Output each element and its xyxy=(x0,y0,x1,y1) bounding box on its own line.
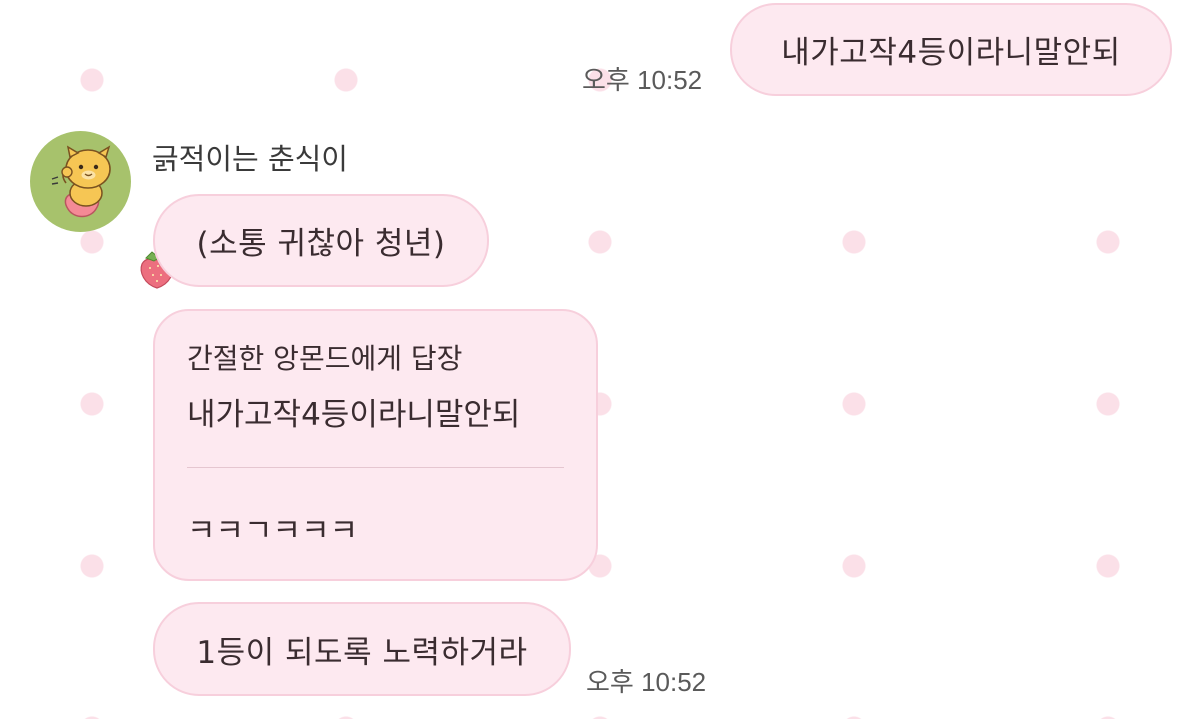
sender-name: 긁적이는 춘식이 xyxy=(152,142,348,176)
reply-quote-header: 간절한 앙몬드에게 답장 xyxy=(187,342,463,375)
sent-message-bubble[interactable]: 내가고작4등이라니말안되 xyxy=(730,3,1172,96)
reply-divider xyxy=(187,467,564,468)
sender-avatar[interactable] xyxy=(30,131,131,232)
reply-message-text: ㅋㅋㄱㅋㅋㅋ xyxy=(187,513,359,549)
received-message-bubble-2[interactable]: 1등이 되도록 노력하거라 xyxy=(153,602,571,696)
received-message-bubble[interactable]: (소통 귀찮아 청년) xyxy=(153,194,489,287)
reply-message-bubble[interactable]: 간절한 앙몬드에게 답장 내가고작4등이라니말안되 ㅋㅋㄱㅋㅋㅋ xyxy=(153,309,598,581)
sent-message-text: 내가고작4등이라니말안되 xyxy=(781,35,1121,71)
received-message-text: (소통 귀찮아 청년) xyxy=(196,226,446,262)
choonsik-character-icon xyxy=(51,145,111,218)
received-message-text-2: 1등이 되도록 노력하거라 xyxy=(196,634,528,671)
sent-message-timestamp: 오후 10:52 xyxy=(582,65,703,95)
reply-quote-text: 내가고작4등이라니말안되 xyxy=(187,397,521,433)
received-message-timestamp: 오후 10:52 xyxy=(586,667,707,697)
